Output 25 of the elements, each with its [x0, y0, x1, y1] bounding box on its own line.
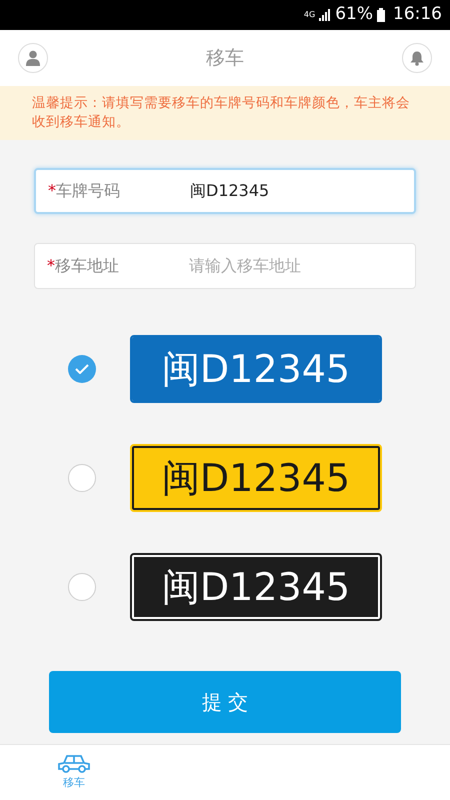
radio-button[interactable]	[68, 355, 96, 383]
input-field[interactable]: 请输入移车地址	[189, 254, 403, 278]
license-plate[interactable]: 闽D12345	[132, 337, 380, 401]
clock-time: 16:16	[393, 3, 442, 26]
field-label: *移车地址	[47, 255, 120, 277]
input-field[interactable]: 闽D12345	[190, 179, 402, 203]
license-plate[interactable]: 闽D12345	[132, 446, 380, 510]
car-icon	[56, 753, 92, 776]
license-plate[interactable]: 闽D12345	[132, 555, 380, 619]
bell-icon	[410, 50, 424, 66]
radio-button[interactable]	[68, 464, 96, 492]
radio-button[interactable]	[68, 573, 96, 601]
profile-button[interactable]	[18, 43, 48, 73]
person-icon	[26, 50, 40, 66]
network-label: 4G	[304, 11, 316, 19]
signal-icon	[319, 9, 332, 21]
battery-icon	[377, 8, 385, 22]
notice-text: 温馨提示：请填写需要移车的车牌号码和车牌颜色，车主将会收到移车通知。	[32, 94, 411, 132]
checkmark-icon	[75, 364, 89, 374]
notification-button[interactable]	[402, 43, 432, 73]
form-field[interactable]: *车牌号码 闽D12345	[34, 168, 416, 214]
battery-percent: 61%	[335, 3, 373, 26]
form-field[interactable]: *移车地址 请输入移车地址	[34, 243, 416, 289]
page-title: 移车	[206, 46, 244, 71]
field-label: *车牌号码	[48, 180, 121, 202]
